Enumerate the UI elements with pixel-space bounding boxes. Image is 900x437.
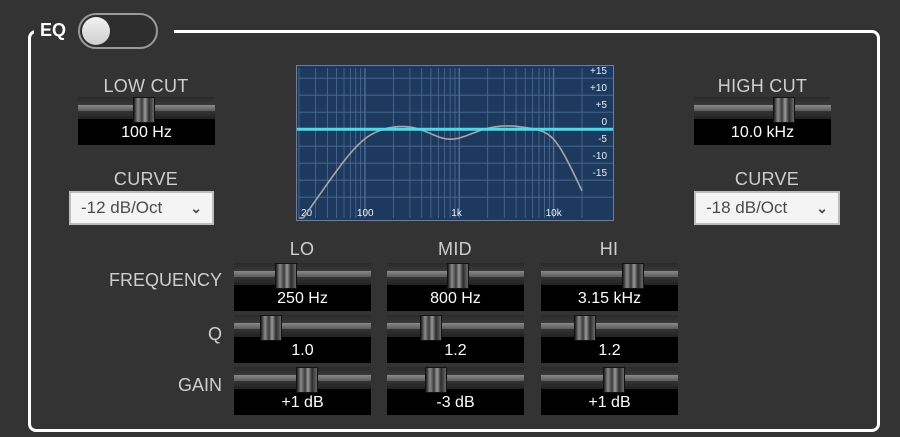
low-cut-value: 100 Hz xyxy=(121,124,172,141)
low-cut-curve-label: CURVE xyxy=(113,169,179,189)
db-tick-label: -10 xyxy=(593,151,608,162)
lo-frequency-thumb[interactable] xyxy=(275,263,298,289)
row-label-q: Q xyxy=(207,324,222,344)
freq-tick-label: 10k xyxy=(546,208,563,219)
lo-q-slider[interactable]: 1.0 xyxy=(234,315,371,363)
eq-title: EQ xyxy=(40,20,67,40)
high-cut-slider-thumb[interactable] xyxy=(773,97,796,123)
db-tick-label: -15 xyxy=(593,168,608,179)
band-header-hi: HI xyxy=(599,239,619,259)
chevron-down-icon: ⌄ xyxy=(816,200,828,216)
high-cut-title: HIGH CUT xyxy=(717,76,808,96)
mid-gain-value: -3 dB xyxy=(436,394,475,411)
mid-q-thumb[interactable] xyxy=(419,315,442,341)
lo-q-thumb[interactable] xyxy=(259,315,282,341)
lo-frequency-value: 250 Hz xyxy=(277,290,328,307)
lo-gain-slider[interactable]: +1 dB xyxy=(234,367,371,415)
toggle-knob xyxy=(82,17,110,45)
hi-gain-slider[interactable]: +1 dB xyxy=(541,367,678,415)
hi-q-value: 1.2 xyxy=(598,342,621,359)
eq-response-svg: +15+10+50-5-10-1520 100 1k 10k xyxy=(297,66,613,219)
chevron-down-icon: ⌄ xyxy=(190,200,202,216)
db-tick-label: +15 xyxy=(590,66,607,77)
hi-frequency-value: 3.15 kHz xyxy=(577,290,642,307)
freq-tick-label: 1k xyxy=(451,208,463,219)
mid-gain-thumb[interactable] xyxy=(425,367,448,393)
high-cut-curve-label: CURVE xyxy=(734,169,800,189)
hi-gain-thumb[interactable] xyxy=(602,367,625,393)
lo-q-value: 1.0 xyxy=(291,342,314,359)
freq-tick-label: 100 xyxy=(357,208,374,219)
high-cut-curve-value: -18 dB/Oct xyxy=(706,198,788,217)
high-cut-curve-dropdown[interactable]: -18 dB/Oct ⌄ xyxy=(694,191,840,225)
lo-gain-value: +1 dB xyxy=(281,394,324,411)
hi-frequency-slider[interactable]: 3.15 kHz xyxy=(541,263,678,311)
lo-frequency-slider[interactable]: 250 Hz xyxy=(234,263,371,311)
high-cut-value: 10.0 kHz xyxy=(730,124,795,141)
low-cut-slider[interactable]: 100 Hz xyxy=(78,97,215,145)
db-tick-label: +10 xyxy=(590,83,607,94)
hi-frequency-thumb[interactable] xyxy=(621,263,644,289)
low-cut-curve-dropdown[interactable]: -12 dB/Oct ⌄ xyxy=(69,191,214,225)
mid-gain-slider[interactable]: -3 dB xyxy=(387,367,524,415)
eq-response-graph: +15 +10 +5 0 -5 -10 -15 20 100 1k 10k xyxy=(296,65,614,221)
mid-q-value: 1.2 xyxy=(444,342,467,359)
row-label-gain: GAIN xyxy=(177,375,222,395)
lo-gain-thumb[interactable] xyxy=(295,367,318,393)
band-header-lo: LO xyxy=(289,239,315,259)
response-curve xyxy=(299,125,583,219)
mid-frequency-value: 800 Hz xyxy=(430,290,481,307)
db-tick-label: -5 xyxy=(598,134,607,145)
hi-q-slider[interactable]: 1.2 xyxy=(541,315,678,363)
low-cut-slider-thumb[interactable] xyxy=(132,97,155,123)
eq-enable-toggle[interactable] xyxy=(78,13,158,49)
low-cut-title: LOW CUT xyxy=(103,76,189,96)
mid-frequency-slider[interactable]: 800 Hz xyxy=(387,263,524,311)
mid-q-slider[interactable]: 1.2 xyxy=(387,315,524,363)
mid-frequency-thumb[interactable] xyxy=(447,263,470,289)
db-tick-label: +5 xyxy=(596,100,608,111)
low-cut-curve-value: -12 dB/Oct xyxy=(81,198,163,217)
high-cut-slider[interactable]: 10.0 kHz xyxy=(694,97,831,145)
db-tick-label: 0 xyxy=(601,117,607,128)
row-label-frequency: FREQUENCY xyxy=(108,270,222,290)
hi-q-thumb[interactable] xyxy=(573,315,596,341)
hi-gain-value: +1 dB xyxy=(588,394,631,411)
band-header-mid: MID xyxy=(438,239,472,259)
